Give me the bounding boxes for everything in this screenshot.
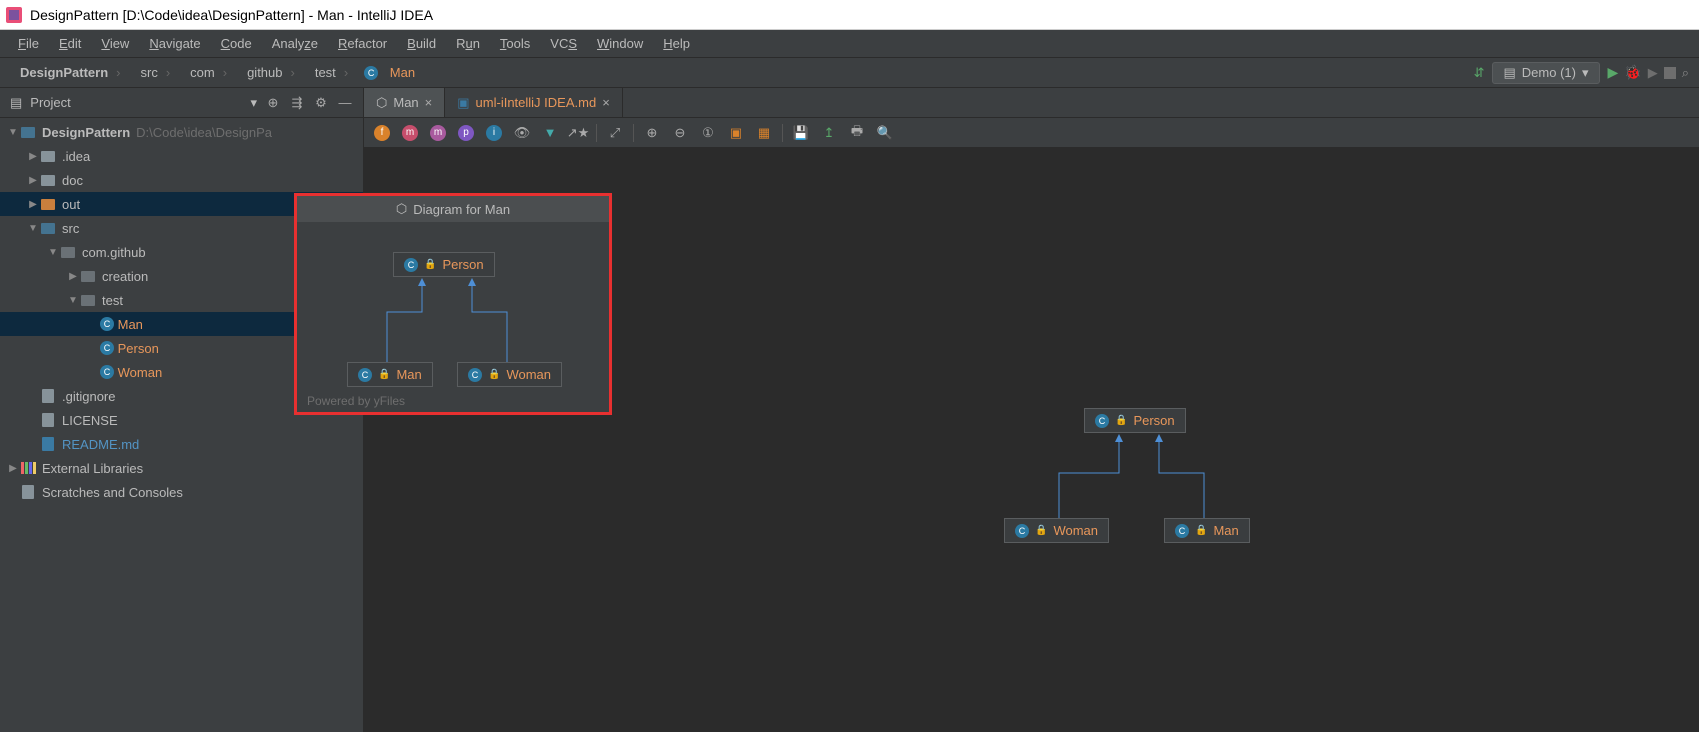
collapse-icon[interactable]: ⇶ xyxy=(289,95,305,111)
filter-methods-icon[interactable]: m xyxy=(428,123,448,143)
search-icon[interactable]: ⌕ xyxy=(1682,65,1689,81)
project-title[interactable]: Project xyxy=(30,95,242,110)
visibility-icon[interactable]: 👁 xyxy=(512,123,532,143)
window-title: DesignPattern [D:\Code\idea\DesignPatter… xyxy=(30,7,433,23)
tree-scratches[interactable]: Scratches and Consoles xyxy=(0,480,363,504)
menu-view[interactable]: View xyxy=(91,32,139,55)
filter-inner-icon[interactable]: i xyxy=(484,123,504,143)
uml-icon: ⬡ xyxy=(396,201,407,217)
tree-root[interactable]: ▼DesignPatternD:\Code\idea\DesignPa xyxy=(0,120,363,144)
tab-label: Man xyxy=(393,95,418,110)
tab-label: uml-iIntelliJ IDEA.md xyxy=(476,95,597,110)
node-man-main[interactable]: C🔒Man xyxy=(1164,518,1250,543)
inheritance-arrows xyxy=(297,222,615,412)
editor-area: ⬡ Man × ▣ uml-iIntelliJ IDEA.md × f m m … xyxy=(364,88,1699,732)
coverage-button[interactable]: ▶ xyxy=(1648,65,1658,81)
menu-run[interactable]: Run xyxy=(446,32,490,55)
crumb-test[interactable]: test› xyxy=(305,63,354,82)
diagram-popup[interactable]: ⬡ Diagram for Man C🔒Person C🔒Man C🔒Woman xyxy=(294,193,612,415)
node-woman-main[interactable]: C🔒Woman xyxy=(1004,518,1109,543)
crumb-src[interactable]: src› xyxy=(130,63,176,82)
tree-idea[interactable]: ▶.idea xyxy=(0,144,363,168)
diagram-canvas[interactable]: ⬡ Diagram for Man C🔒Person C🔒Man C🔒Woman xyxy=(364,148,1699,732)
run-config-label: Demo (1) xyxy=(1522,65,1576,80)
node-man[interactable]: C🔒Man xyxy=(347,362,433,387)
close-icon[interactable]: × xyxy=(602,95,610,110)
chevron-down-icon[interactable]: ▾ xyxy=(250,95,257,111)
diagram-toolbar: f m m p i 👁 ▼ ↗★ ⤢ ⊕ ⊖ ① ▣ ▦ 💾 ↥ 🖶 🔍 xyxy=(364,118,1699,148)
diagram-popup-title: ⬡ Diagram for Man xyxy=(297,196,609,222)
close-icon[interactable]: × xyxy=(425,95,433,110)
menu-vcs[interactable]: VCS xyxy=(540,32,587,55)
run-button[interactable]: ▶ xyxy=(1608,64,1619,81)
menu-window[interactable]: Window xyxy=(587,32,653,55)
tree-external-libraries[interactable]: ▶External Libraries xyxy=(0,456,363,480)
filter-properties-icon[interactable]: p xyxy=(456,123,476,143)
menu-build[interactable]: Build xyxy=(397,32,446,55)
build-icon[interactable]: ⇵ xyxy=(1474,65,1485,81)
tab-man-diagram[interactable]: ⬡ Man × xyxy=(364,88,445,117)
fit-content-icon[interactable]: ▣ xyxy=(726,123,746,143)
menu-refactor[interactable]: Refactor xyxy=(328,32,397,55)
zoom-out-icon[interactable]: ⊖ xyxy=(670,123,690,143)
editor-tabs: ⬡ Man × ▣ uml-iIntelliJ IDEA.md × xyxy=(364,88,1699,118)
stop-button[interactable] xyxy=(1664,67,1676,79)
node-woman[interactable]: C🔒Woman xyxy=(457,362,562,387)
menu-file[interactable]: File xyxy=(8,32,49,55)
locate-icon[interactable]: ⊕ xyxy=(265,95,281,111)
node-person[interactable]: C🔒Person xyxy=(393,252,495,277)
edge-mode-icon[interactable]: ↗★ xyxy=(568,123,588,143)
inheritance-arrows-main xyxy=(1004,408,1284,588)
preview-icon[interactable]: 🔍 xyxy=(875,123,895,143)
zoom-actual-icon[interactable]: ① xyxy=(698,123,718,143)
markdown-icon: ▣ xyxy=(457,95,469,111)
powered-by-label: Powered by yFiles xyxy=(307,394,405,408)
debug-button[interactable]: 🐞 xyxy=(1624,64,1641,81)
apply-layout-icon[interactable]: ▦ xyxy=(754,123,774,143)
intellij-logo-icon xyxy=(6,7,22,23)
menu-analyze[interactable]: Analyze xyxy=(262,32,328,55)
node-person-main[interactable]: C🔒Person xyxy=(1084,408,1186,433)
print-icon[interactable]: 🖶 xyxy=(847,123,867,143)
tree-doc[interactable]: ▶doc xyxy=(0,168,363,192)
filter-fields-icon[interactable]: f xyxy=(372,123,392,143)
crumb-man[interactable]: C Man xyxy=(358,63,421,82)
filter-constructors-icon[interactable]: m xyxy=(400,123,420,143)
main-diagram[interactable]: C🔒Person C🔒Woman C🔒Man xyxy=(1004,408,1284,588)
window-titlebar: DesignPattern [D:\Code\idea\DesignPatter… xyxy=(0,0,1699,30)
breadcrumb: DesignPattern› src› com› github› test› C… xyxy=(10,63,421,82)
menu-help[interactable]: Help xyxy=(653,32,700,55)
project-view-icon: ▤ xyxy=(10,95,22,111)
crumb-designpattern[interactable]: DesignPattern› xyxy=(10,63,126,82)
run-configuration-selector[interactable]: ▤ Demo (1) ▾ xyxy=(1492,62,1599,84)
save-icon[interactable]: 💾 xyxy=(791,123,811,143)
menu-edit[interactable]: Edit xyxy=(49,32,91,55)
tab-uml-md[interactable]: ▣ uml-iIntelliJ IDEA.md × xyxy=(445,88,623,117)
crumb-github[interactable]: github› xyxy=(237,63,301,82)
run-config-icon: ▤ xyxy=(1503,65,1515,81)
settings-icon[interactable]: ⚙ xyxy=(313,95,329,111)
menu-code[interactable]: Code xyxy=(211,32,262,55)
hide-icon[interactable]: — xyxy=(337,95,353,111)
menu-tools[interactable]: Tools xyxy=(490,32,540,55)
tree-readme[interactable]: README.md xyxy=(0,432,363,456)
layout-icon[interactable]: ⤢ xyxy=(605,123,625,143)
zoom-in-icon[interactable]: ⊕ xyxy=(642,123,662,143)
menu-navigate[interactable]: Navigate xyxy=(139,32,210,55)
main-menu: File Edit View Navigate Code Analyze Ref… xyxy=(0,30,1699,58)
crumb-com[interactable]: com› xyxy=(180,63,233,82)
project-header: ▤ Project ▾ ⊕ ⇶ ⚙ — xyxy=(0,88,363,118)
navigation-bar: DesignPattern› src› com› github› test› C… xyxy=(0,58,1699,88)
dependencies-icon[interactable]: ▼ xyxy=(540,123,560,143)
uml-icon: ⬡ xyxy=(376,95,387,111)
chevron-down-icon: ▾ xyxy=(1582,65,1589,81)
export-icon[interactable]: ↥ xyxy=(819,123,839,143)
